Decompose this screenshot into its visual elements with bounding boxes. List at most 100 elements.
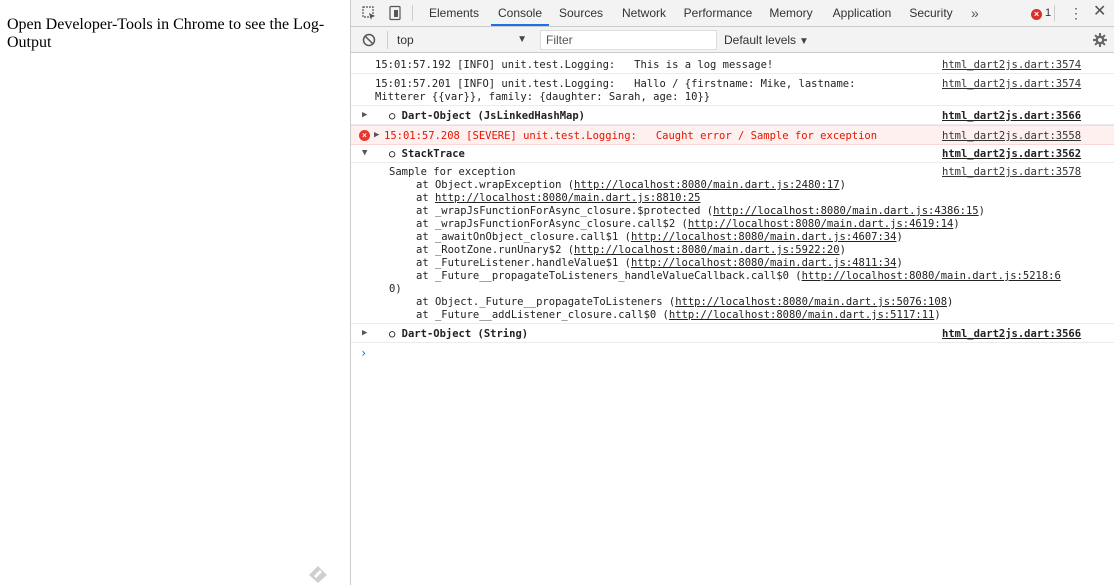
trace-line: at _wrapJsFunctionForAsync_closure.$prot… bbox=[416, 205, 985, 218]
trace-suffix: ) bbox=[953, 218, 960, 230]
chevron-down-icon: ▼ bbox=[799, 36, 809, 47]
chevron-down-icon: ▼ bbox=[517, 34, 527, 45]
trace-suffix: ) bbox=[839, 244, 846, 256]
collapse-triangle-icon[interactable]: ▼ bbox=[362, 147, 367, 160]
source-link[interactable]: html_dart2js.dart:3566 bbox=[942, 328, 1081, 341]
toolbar-divider bbox=[1054, 5, 1055, 21]
pencil-icon bbox=[309, 566, 327, 583]
context-value: top bbox=[397, 33, 414, 47]
group-bullet: ○ bbox=[389, 148, 402, 160]
trace-suffix: ) bbox=[978, 205, 985, 217]
trace-line: at _awaitOnObject_closure.call$1 (http:/… bbox=[416, 231, 903, 244]
trace-frame: at _Future__addListener_closure.call$0 ( bbox=[416, 309, 669, 321]
trace-frame: at Object.wrapException ( bbox=[416, 179, 575, 191]
group-bullet: ○ bbox=[389, 328, 402, 340]
log-message-cont: Mitterer {{var}}, family: {daughter: Sar… bbox=[375, 91, 711, 103]
log-levels-dropdown[interactable]: Default levels ▼ bbox=[724, 31, 809, 49]
trace-link[interactable]: http://localhost:8080/main.dart.js:5076:… bbox=[675, 296, 947, 308]
devtools-tabbar: Elements Console Sources Network Perform… bbox=[351, 0, 1114, 27]
inspect-element-icon[interactable] bbox=[361, 5, 377, 21]
trace-frame: at _awaitOnObject_closure.call$1 ( bbox=[416, 231, 631, 243]
console-message: 15:01:57.201 [INFO] unit.test.Logging: H… bbox=[351, 74, 1114, 106]
tab-performance[interactable]: Performance bbox=[679, 0, 757, 26]
trace-frame: at Object._Future__propagateToListeners … bbox=[416, 296, 676, 308]
error-icon: × bbox=[359, 130, 370, 141]
tab-application[interactable]: Application bbox=[825, 0, 899, 26]
trace-suffix: ) bbox=[947, 296, 954, 308]
devtools-panel: Elements Console Sources Network Perform… bbox=[350, 0, 1114, 585]
stack-trace: Sample for exception html_dart2js.dart:3… bbox=[351, 163, 1114, 324]
gear-icon[interactable] bbox=[1092, 32, 1108, 48]
trace-link[interactable]: http://localhost:8080/main.dart.js:4619:… bbox=[688, 218, 954, 230]
clear-console-icon[interactable] bbox=[361, 32, 377, 48]
tab-memory[interactable]: Memory bbox=[764, 0, 818, 26]
error-count-badge[interactable]: × 1 bbox=[1031, 6, 1051, 20]
trace-link[interactable]: http://localhost:8080/main.dart.js:5218:… bbox=[802, 270, 1061, 282]
console-group[interactable]: ▶ ○ Dart-Object (String) html_dart2js.da… bbox=[351, 324, 1114, 343]
trace-frame: at _Future__propagateToListeners_handleV… bbox=[416, 270, 802, 282]
trace-line: 0) bbox=[389, 283, 402, 296]
error-count: 1 bbox=[1045, 7, 1052, 19]
console-prompt[interactable]: › bbox=[360, 346, 367, 360]
more-tabs-icon[interactable]: » bbox=[971, 0, 979, 26]
trace-suffix: ) bbox=[395, 283, 402, 295]
console-message: 15:01:57.192 [INFO] unit.test.Logging: T… bbox=[351, 54, 1114, 74]
tab-security[interactable]: Security bbox=[905, 0, 957, 26]
trace-frame: at _FutureListener.handleValue$1 ( bbox=[416, 257, 631, 269]
error-message: 15:01:57.208 [SEVERE] unit.test.Logging:… bbox=[384, 130, 878, 142]
source-link[interactable]: html_dart2js.dart:3574 bbox=[942, 59, 1081, 72]
trace-link[interactable]: http://localhost:8080/main.dart.js:2480:… bbox=[574, 179, 840, 191]
trace-link[interactable]: http://localhost:8080/main.dart.js:4386:… bbox=[713, 205, 979, 217]
trace-suffix: ) bbox=[934, 309, 941, 321]
log-message: 15:01:57.192 [INFO] unit.test.Logging: T… bbox=[375, 59, 774, 71]
console-error: × ▶ 15:01:57.208 [SEVERE] unit.test.Logg… bbox=[351, 125, 1114, 145]
source-link[interactable]: html_dart2js.dart:3574 bbox=[942, 78, 1081, 91]
tab-elements[interactable]: Elements bbox=[423, 0, 485, 26]
device-toolbar-icon[interactable] bbox=[387, 5, 403, 21]
expand-triangle-icon[interactable]: ▶ bbox=[362, 109, 367, 122]
console-group[interactable]: ▼ ○ StackTrace html_dart2js.dart:3562 bbox=[351, 145, 1114, 163]
trace-suffix: ) bbox=[896, 257, 903, 269]
log-levels-label: Default levels bbox=[724, 33, 797, 47]
trace-line: at _RootZone.runUnary$2 (http://localhos… bbox=[416, 244, 846, 257]
source-link[interactable]: html_dart2js.dart:3558 bbox=[942, 130, 1081, 143]
customize-menu-icon[interactable]: ⋮ bbox=[1069, 4, 1083, 22]
trace-line: at Object.wrapException (http://localhos… bbox=[416, 179, 846, 192]
trace-frame: at _wrapJsFunctionForAsync_closure.$prot… bbox=[416, 205, 714, 217]
page-viewport: Open Developer-Tools in Chrome to see th… bbox=[0, 0, 350, 585]
trace-link[interactable]: http://localhost:8080/main.dart.js:5117:… bbox=[669, 309, 935, 321]
trace-line: at Object._Future__propagateToListeners … bbox=[416, 296, 953, 309]
trace-link[interactable]: http://localhost:8080/main.dart.js:4607:… bbox=[631, 231, 897, 243]
group-label: Dart-Object (String) bbox=[401, 328, 529, 340]
source-link[interactable]: html_dart2js.dart:3562 bbox=[942, 148, 1081, 161]
console-filterbar: top ▼ Default levels▼ bbox=[351, 27, 1114, 53]
trace-suffix: ) bbox=[896, 231, 903, 243]
toolbar-divider bbox=[412, 5, 413, 21]
trace-line: at _Future__propagateToListeners_handleV… bbox=[416, 270, 1061, 283]
tab-console[interactable]: Console bbox=[491, 0, 549, 26]
trace-head: Sample for exception bbox=[389, 166, 516, 178]
log-message: 15:01:57.201 [INFO] unit.test.Logging: H… bbox=[375, 78, 856, 90]
close-icon[interactable]: ✕ bbox=[1093, 3, 1106, 21]
trace-link[interactable]: http://localhost:8080/main.dart.js:5922:… bbox=[574, 244, 840, 256]
source-link[interactable]: html_dart2js.dart:3566 bbox=[942, 110, 1081, 123]
group-bullet: ○ bbox=[389, 110, 402, 122]
context-select[interactable]: top ▼ bbox=[387, 31, 527, 49]
trace-frame: at bbox=[416, 192, 435, 204]
trace-line: at http://localhost:8080/main.dart.js:88… bbox=[416, 192, 700, 205]
group-label: Dart-Object (JsLinkedHashMap) bbox=[401, 110, 585, 122]
source-link[interactable]: html_dart2js.dart:3578 bbox=[942, 166, 1081, 179]
expand-triangle-icon[interactable]: ▶ bbox=[374, 129, 379, 142]
tab-sources[interactable]: Sources bbox=[554, 0, 608, 26]
console-group[interactable]: ▶ ○ Dart-Object (JsLinkedHashMap) html_d… bbox=[351, 106, 1114, 125]
trace-link[interactable]: http://localhost:8080/main.dart.js:4811:… bbox=[631, 257, 897, 269]
trace-link[interactable]: http://localhost:8080/main.dart.js:8810:… bbox=[435, 192, 701, 204]
trace-frame: at _wrapJsFunctionForAsync_closure.call$… bbox=[416, 218, 688, 230]
filter-input[interactable] bbox=[540, 30, 717, 50]
tab-network[interactable]: Network bbox=[615, 0, 673, 26]
trace-line: at _FutureListener.handleValue$1 (http:/… bbox=[416, 257, 903, 270]
trace-frame: at _RootZone.runUnary$2 ( bbox=[416, 244, 575, 256]
console-output: 15:01:57.192 [INFO] unit.test.Logging: T… bbox=[351, 54, 1114, 585]
expand-triangle-icon[interactable]: ▶ bbox=[362, 327, 367, 340]
error-icon: × bbox=[1031, 9, 1042, 20]
